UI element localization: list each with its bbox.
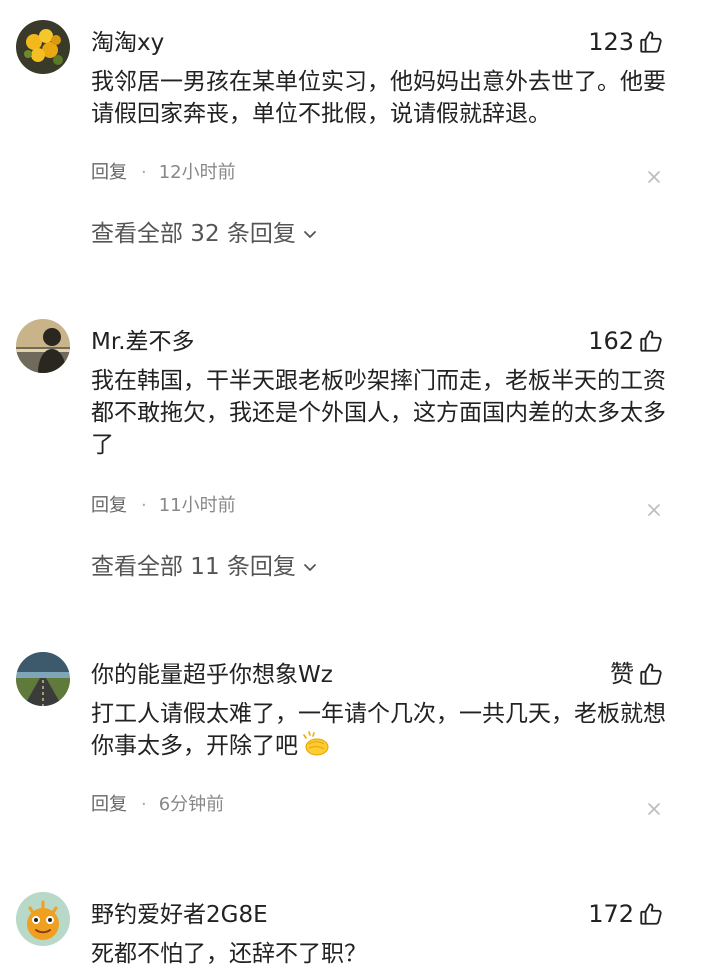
comment-text: 死都不怕了，还辞不了职？ — [91, 941, 367, 967]
like-button[interactable]: 123 — [588, 26, 664, 58]
comment-meta: 回复 · 12小时前 — [91, 160, 236, 186]
thumbs-up-icon — [640, 31, 662, 53]
comment-text: 我邻居一男孩在某单位实习，他妈妈出意外去世了。他要请假回家奔丧，单位不批假，说请… — [91, 69, 666, 127]
clapping-hands-emoji — [303, 731, 329, 756]
avatar[interactable] — [16, 892, 70, 946]
thumbs-up-icon — [640, 330, 662, 352]
comment-meta: 回复 · 6分钟前 — [91, 792, 224, 818]
view-all-replies-button[interactable]: 查看全部 32 条回复 — [91, 218, 318, 250]
chevron-down-icon — [303, 231, 316, 238]
close-icon[interactable] — [644, 167, 664, 187]
close-icon[interactable] — [644, 799, 664, 819]
username[interactable]: 你的能量超乎你想象Wz — [91, 660, 333, 690]
timestamp: 6分钟前 — [158, 794, 225, 815]
like-button[interactable]: 162 — [588, 325, 664, 357]
reply-button[interactable]: 回复 — [91, 792, 127, 818]
reply-button[interactable]: 回复 — [91, 493, 127, 519]
like-count: 123 — [588, 28, 634, 56]
avatar-silhouette-image — [16, 319, 70, 373]
like-count: 172 — [588, 900, 634, 928]
timestamp: 11小时前 — [158, 495, 236, 516]
separator-dot: · — [141, 495, 147, 516]
avatar[interactable] — [16, 20, 70, 74]
view-all-replies-label: 查看全部 11 条回复 — [91, 554, 296, 580]
timestamp: 12小时前 — [158, 162, 236, 183]
view-all-replies-button[interactable]: 查看全部 11 条回复 — [91, 551, 318, 583]
like-button[interactable]: 172 — [588, 898, 664, 930]
separator-dot: · — [141, 794, 147, 815]
separator-dot: · — [141, 162, 147, 183]
avatar-road-image — [16, 652, 70, 706]
avatar-creature-image — [16, 892, 70, 946]
comment-text: 我在韩国，干半天跟老板吵架摔门而走，老板半天的工资都不敢拖欠，我还是个外国人，这… — [91, 368, 666, 458]
comment-text-content: 打工人请假太难了，一年请个几次，一共几天，老板就想你事太多，开除了吧 — [91, 701, 666, 759]
view-all-replies-label: 查看全部 32 条回复 — [91, 221, 296, 247]
reply-button[interactable]: 回复 — [91, 160, 127, 186]
comment-meta: 回复 · 11小时前 — [91, 493, 236, 519]
username[interactable]: Mr.差不多 — [91, 327, 195, 357]
like-label: 赞 — [610, 660, 634, 688]
like-count: 162 — [588, 327, 634, 355]
thumbs-up-icon — [640, 903, 662, 925]
avatar[interactable] — [16, 319, 70, 373]
comment-text: 打工人请假太难了，一年请个几次，一共几天，老板就想你事太多，开除了吧 — [91, 698, 671, 762]
close-icon[interactable] — [644, 500, 664, 520]
chevron-down-icon — [303, 564, 316, 571]
avatar-flowers-image — [16, 20, 70, 74]
username[interactable]: 野钓爱好者2G8E — [91, 900, 268, 930]
username[interactable]: 淘淘xy — [91, 28, 164, 58]
avatar[interactable] — [16, 652, 70, 706]
thumbs-up-icon — [640, 663, 662, 685]
like-button[interactable]: 赞 — [610, 658, 664, 690]
